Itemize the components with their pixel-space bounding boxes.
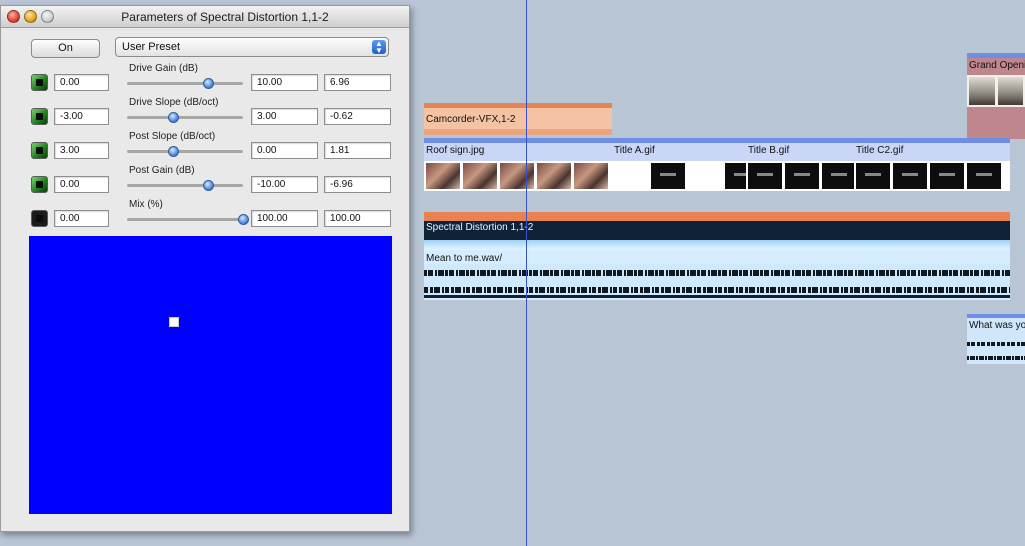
clip-what-was-waveform: [967, 342, 1025, 360]
param-slider-knob[interactable]: [202, 78, 214, 89]
param-slider[interactable]: [127, 180, 243, 191]
clip-title-a-label: Title A.gif: [614, 145, 655, 156]
param-min-field[interactable]: 3.00: [54, 142, 109, 159]
param-enable-toggle[interactable]: [31, 142, 48, 159]
playhead[interactable]: [526, 0, 527, 546]
clip-grand-opening-label: Grand Opening: [969, 60, 1025, 71]
param-slider[interactable]: [127, 214, 249, 225]
param-slider-knob[interactable]: [202, 180, 214, 191]
clip-spectral-label: Spectral Distortion 1,1-2: [426, 222, 534, 233]
param-row: 0.00 Post Gain (dB) -10.00 -6.96: [1, 165, 409, 205]
param-max-field[interactable]: 10.00: [251, 74, 318, 91]
param-slider[interactable]: [127, 146, 243, 157]
window-titlebar[interactable]: Parameters of Spectral Distortion 1,1-2: [1, 6, 409, 28]
param-label: Post Gain (dB): [129, 165, 195, 176]
param-row: 0.00 Mix (%) 100.00 100.00: [1, 199, 409, 239]
param-max-field[interactable]: 0.00: [251, 142, 318, 159]
clip-title-b-label: Title B.gif: [748, 145, 790, 156]
param-min-field[interactable]: 0.00: [54, 210, 109, 227]
param-value-field[interactable]: -6.96: [324, 176, 391, 193]
param-enable-toggle[interactable]: [31, 210, 48, 227]
clip-camcorder-label: Camcorder-VFX,1-2: [426, 114, 516, 125]
clip-title-c2-thumbnails: [854, 161, 1010, 191]
param-value-field[interactable]: 6.96: [324, 74, 391, 91]
pad-handle[interactable]: [169, 317, 179, 327]
param-enable-toggle[interactable]: [31, 74, 48, 91]
clip-title-a-thumbnails: [612, 161, 746, 191]
param-enable-toggle[interactable]: [31, 108, 48, 125]
parameters-window: Parameters of Spectral Distortion 1,1-2 …: [0, 5, 410, 532]
clip-camcorder[interactable]: Camcorder-VFX,1-2: [424, 103, 612, 135]
clip-audio-label: Mean to me.wav/: [426, 253, 503, 264]
clip-what-was-label: What was yo: [969, 320, 1025, 331]
clip-grand-opening[interactable]: Grand Opening: [967, 53, 1025, 139]
clip-roof-sign[interactable]: Roof sign.jpg: [424, 138, 612, 191]
xy-display-pad[interactable]: [29, 236, 392, 514]
param-slider[interactable]: [127, 112, 243, 123]
param-slider[interactable]: [127, 78, 243, 89]
param-max-field[interactable]: 100.00: [251, 210, 318, 227]
param-max-field[interactable]: -10.00: [251, 176, 318, 193]
param-row: 3.00 Post Slope (dB/oct) 0.00 1.81: [1, 131, 409, 171]
clip-spectral-rail: [424, 240, 1010, 250]
param-value-field[interactable]: 1.81: [324, 142, 391, 159]
param-value-field[interactable]: -0.62: [324, 108, 391, 125]
param-min-field[interactable]: -3.00: [54, 108, 109, 125]
clip-title-b-thumbnails: [746, 161, 854, 191]
param-label: Post Slope (dB/oct): [129, 131, 216, 142]
preset-select-value: User Preset: [122, 41, 181, 53]
clip-audio-waveform: [424, 264, 1010, 298]
on-button[interactable]: On: [31, 39, 100, 58]
param-enable-toggle[interactable]: [31, 176, 48, 193]
param-slider-knob[interactable]: [168, 146, 180, 157]
clip-spectral-distortion[interactable]: Spectral Distortion 1,1-2: [424, 212, 1010, 250]
clip-camcorder-strip: [424, 129, 612, 135]
clip-title-a[interactable]: Title A.gif: [612, 138, 746, 191]
clip-audio-mean-to-me[interactable]: Mean to me.wav/: [424, 250, 1010, 300]
param-min-field[interactable]: 0.00: [54, 74, 109, 91]
updown-arrows-icon: ▲ ▼: [372, 40, 386, 55]
clip-title-c2-label: Title C2.gif: [856, 145, 904, 156]
clip-roof-sign-thumbnails: [424, 161, 612, 191]
clip-roof-sign-label: Roof sign.jpg: [426, 145, 485, 156]
param-value-field[interactable]: 100.00: [324, 210, 391, 227]
param-label: Drive Slope (dB/oct): [129, 97, 219, 108]
clip-what-was[interactable]: What was yo: [967, 314, 1025, 364]
window-title: Parameters of Spectral Distortion 1,1-2: [121, 10, 329, 24]
param-slider-knob[interactable]: [238, 214, 249, 225]
param-min-field[interactable]: 0.00: [54, 176, 109, 193]
param-slider-knob[interactable]: [168, 112, 180, 123]
param-label: Drive Gain (dB): [129, 63, 198, 74]
clip-grand-opening-thumbnails: [967, 75, 1025, 107]
preset-select[interactable]: User Preset ▲ ▼: [115, 37, 389, 57]
param-label: Mix (%): [129, 199, 163, 210]
param-max-field[interactable]: 3.00: [251, 108, 318, 125]
clip-title-b[interactable]: Title B.gif: [746, 138, 854, 191]
clip-title-c2[interactable]: Title C2.gif: [854, 138, 1010, 191]
